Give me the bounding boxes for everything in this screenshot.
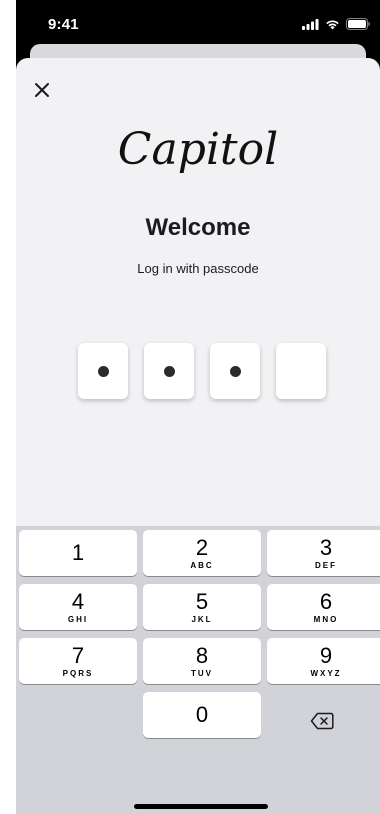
key-1[interactable]: 1 — [19, 530, 137, 576]
home-indicator[interactable] — [134, 804, 268, 809]
key-4[interactable]: 4 GHI — [19, 584, 137, 630]
status-bar: 9:41 — [16, 0, 380, 44]
key-letters: JKL — [191, 614, 213, 624]
key-digit: 2 — [195, 534, 209, 560]
key-digit: 7 — [71, 642, 85, 668]
key-8[interactable]: 8 TUV — [143, 638, 261, 684]
status-time: 9:41 — [48, 16, 79, 33]
phone-screen: 9:41 Capitol Welcome Log in with passcod… — [16, 0, 380, 814]
passcode-input[interactable] — [78, 343, 326, 399]
battery-icon — [346, 18, 370, 30]
wifi-icon — [326, 19, 339, 29]
capitol-logo: Capitol — [118, 124, 278, 175]
passcode-digit-box — [78, 343, 128, 399]
svg-text:Capitol: Capitol — [118, 124, 278, 175]
signal-icon — [302, 18, 319, 30]
key-9[interactable]: 9 WXYZ — [267, 638, 380, 684]
passcode-dot — [229, 365, 241, 377]
key-digit: 6 — [319, 588, 333, 614]
status-icons — [302, 18, 370, 30]
key-letters: WXYZ — [310, 668, 342, 678]
key-letters: GHI — [67, 614, 89, 624]
page-title: Welcome — [145, 214, 251, 241]
key-3[interactable]: 3 DEF — [267, 530, 380, 576]
key-7[interactable]: 7 PQRS — [19, 638, 137, 684]
close-icon — [35, 83, 49, 97]
key-digit: 5 — [195, 588, 209, 614]
close-button[interactable] — [32, 80, 52, 100]
numeric-keypad: 1 2 ABC 3 DEF 4 GHI 5 JKL 6 MNO 7 PQRS 8… — [16, 526, 380, 814]
key-digit: 8 — [195, 642, 209, 668]
key-letters: TUV — [191, 668, 213, 678]
passcode-digit-box — [276, 343, 326, 399]
key-0[interactable]: 0 — [143, 692, 261, 738]
logo: Capitol — [16, 116, 380, 182]
backspace-icon — [310, 712, 334, 730]
key-6[interactable]: 6 MNO — [267, 584, 380, 630]
key-digit: 9 — [319, 642, 333, 668]
backspace-button[interactable] — [263, 698, 380, 744]
key-2[interactable]: 2 ABC — [143, 530, 261, 576]
passcode-digit-box — [144, 343, 194, 399]
page-subtitle: Log in with passcode — [137, 261, 259, 276]
key-letters: ABC — [190, 560, 214, 570]
passcode-dot — [163, 365, 175, 377]
key-digit: 1 — [71, 540, 85, 565]
passcode-dot — [97, 365, 109, 377]
passcode-digit-box — [210, 343, 260, 399]
key-letters: PQRS — [62, 668, 94, 678]
key-letters: MNO — [313, 614, 339, 624]
key-digit: 0 — [195, 702, 209, 727]
key-5[interactable]: 5 JKL — [143, 584, 261, 630]
key-letters: DEF — [315, 560, 337, 570]
key-digit: 4 — [71, 588, 85, 614]
login-sheet: Capitol Welcome Log in with passcode 1 2… — [16, 58, 380, 814]
key-digit: 3 — [319, 534, 333, 560]
